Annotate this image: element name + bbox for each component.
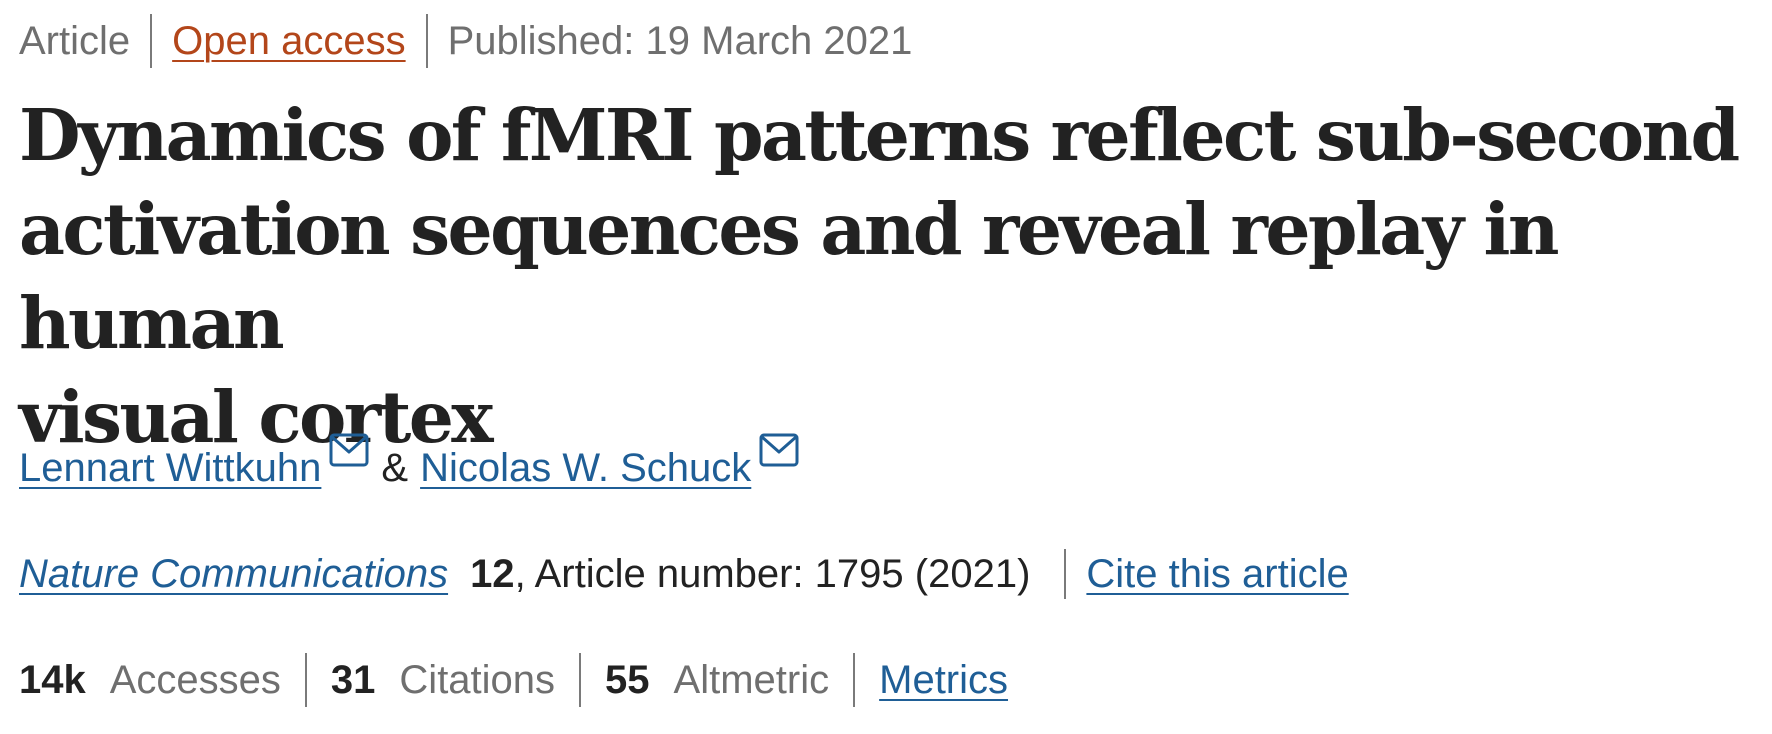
article-title-line: Dynamics of fMRI patterns reflect sub-se… — [19, 93, 1740, 177]
altmetric-count: 55 — [605, 658, 650, 702]
article-title-line: activation sequences and reveal replay i… — [19, 187, 1559, 365]
citation-divider — [1064, 549, 1067, 599]
meta-divider — [425, 14, 428, 68]
metrics-divider — [579, 653, 582, 707]
altmetric-label: Altmetric — [673, 658, 830, 702]
author-link-schuck[interactable]: Nicolas W. Schuck — [420, 446, 751, 490]
envelope-icon[interactable] — [759, 426, 799, 467]
citations-label: Citations — [399, 658, 556, 702]
article-title: Dynamics of fMRI patterns reflect sub-se… — [19, 88, 1749, 464]
article-type-label: Article — [19, 19, 131, 63]
author-list: Lennart Wittkuhn & Nicolas W. Schuck — [19, 426, 811, 496]
metrics-line: 14k Accesses 31 Citations 55 Altmetric M… — [19, 652, 1008, 708]
author-connector: & — [381, 446, 409, 490]
meta-divider — [150, 14, 153, 68]
metrics-divider — [853, 653, 856, 707]
cite-this-article-link[interactable]: Cite this article — [1086, 546, 1348, 602]
author-link-wittkuhn[interactable]: Lennart Wittkuhn — [19, 446, 321, 490]
citations-count: 31 — [330, 658, 376, 702]
accesses-label: Accesses — [109, 658, 281, 702]
envelope-icon[interactable] — [329, 426, 369, 467]
volume-number: 12 — [470, 552, 515, 596]
article-meta-line: Article Open access Published: 19 March … — [19, 14, 912, 68]
accesses-count: 14k — [19, 658, 86, 702]
metrics-divider — [304, 653, 307, 707]
citation-line: Nature Communications 12 , Article numbe… — [19, 546, 1349, 602]
journal-link[interactable]: Nature Communications — [19, 546, 448, 602]
metrics-link[interactable]: Metrics — [879, 652, 1008, 708]
published-date: Published: 19 March 2021 — [447, 19, 913, 63]
article-number-text: , Article number: 1795 (2021) — [514, 552, 1031, 596]
open-access-link[interactable]: Open access — [172, 14, 405, 68]
